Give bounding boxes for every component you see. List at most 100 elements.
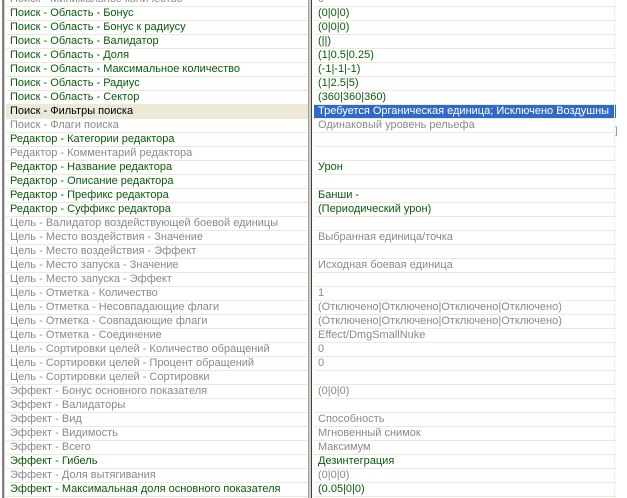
property-row[interactable]: Цель - Валидатор воздействующей боевой е… (0, 217, 627, 231)
property-name[interactable]: Поиск - Минимальное количество (6, 0, 310, 7)
property-value[interactable]: (360|360|360) (314, 91, 616, 105)
property-row[interactable]: Эффект - Всего Максимум (0, 441, 627, 455)
property-name[interactable]: Поиск - Фильтры поиска (6, 105, 310, 119)
property-row[interactable]: Редактор - Название редактора Урон (0, 161, 627, 175)
property-value[interactable]: (-1|-1|-1) (314, 63, 616, 77)
property-name[interactable]: Редактор - Суффикс редактора (6, 203, 310, 217)
property-row[interactable]: Цель - Отметка - Совпадающие флаги (Отклю… (0, 315, 627, 329)
property-row[interactable]: Редактор - Категории редактора (0, 133, 627, 147)
property-name[interactable]: Эффект - Вид (6, 413, 310, 427)
property-name[interactable]: Поиск - Область - Радиус (6, 77, 310, 91)
property-row[interactable]: Поиск - Область - Максимальное количеств… (0, 63, 627, 77)
property-name[interactable]: Поиск - Область - Максимальное количеств… (6, 63, 310, 77)
property-value[interactable]: (Отключено|Отключено|Отключено|Отключено… (314, 301, 616, 315)
property-row[interactable]: Эффект - Бонус основного показателя (0|0|… (0, 385, 627, 399)
property-name[interactable]: Редактор - Комментарий редактора (6, 147, 310, 161)
property-value[interactable]: Мгновенный снимок (314, 427, 616, 441)
property-name[interactable]: Эффект - Валидаторы (6, 399, 310, 413)
property-name[interactable]: Эффект - Всего (6, 441, 310, 455)
property-name[interactable]: Редактор - Категории редактора (6, 133, 310, 147)
property-name[interactable]: Эффект - Видимость (6, 427, 310, 441)
property-value[interactable]: Выбранная единица/точка (314, 231, 616, 245)
property-row[interactable]: Цель - Сортировки целей - Сортировки (0, 371, 627, 385)
property-value[interactable]: (0|0|0) (314, 7, 616, 21)
property-row[interactable]: Поиск - Область - Радиус (1|2.5|5) (0, 77, 627, 91)
property-value[interactable]: (0.05|0|0) (314, 483, 616, 497)
property-value[interactable]: 1 (314, 287, 616, 301)
property-value[interactable]: (1|2.5|5) (314, 77, 616, 91)
property-value[interactable]: Банши - (314, 189, 616, 203)
property-name[interactable]: Цель - Валидатор воздействующей боевой е… (6, 217, 310, 231)
property-value[interactable]: Исходная боевая единица (314, 259, 616, 273)
property-value[interactable]: (0|0|0) (314, 385, 616, 399)
property-name[interactable]: Редактор - Название редактора (6, 161, 310, 175)
property-row[interactable]: Поиск - Область - Доля (1|0.5|0.25) (0, 49, 627, 63)
property-value[interactable]: 0 (314, 343, 616, 357)
property-name[interactable]: Цель - Отметка - Соединение (6, 329, 310, 343)
property-name[interactable]: Редактор - Описание редактора (6, 175, 310, 189)
property-name[interactable]: Поиск - Область - Доля (6, 49, 310, 63)
property-row[interactable]: Редактор - Префикс редактора Банши - (0, 189, 627, 203)
property-name[interactable]: Эффект - Бонус основного показателя (6, 385, 310, 399)
property-value[interactable]: 0 (314, 357, 616, 371)
property-row[interactable]: Эффект - Доля вытягивания (0|0|0) (0, 469, 627, 483)
property-name[interactable]: Цель - Отметка - Несовпадающие флаги (6, 301, 310, 315)
property-name[interactable]: Эффект - Максимальная доля основного пок… (6, 483, 310, 497)
property-row[interactable]: Эффект - Вид Способность (0, 413, 627, 427)
property-name[interactable]: Эффект - Гибель (6, 455, 310, 469)
property-row[interactable]: Эффект - Валидаторы (0, 399, 627, 413)
property-value[interactable] (314, 175, 616, 189)
property-value[interactable]: Effect/DmgSmallNuke (314, 329, 616, 343)
property-row[interactable]: Поиск - Фильтры поиска Требуется Органиче… (0, 105, 627, 119)
column-splitter[interactable] (308, 0, 312, 498)
property-name[interactable]: Редактор - Префикс редактора (6, 189, 310, 203)
property-name[interactable]: Цель - Место воздействия - Значение (6, 231, 310, 245)
property-value[interactable]: (Периодический урон) (314, 203, 616, 217)
property-name[interactable]: Цель - Сортировки целей - Сортировки (6, 371, 310, 385)
property-row[interactable]: Поиск - Область - Бонус к радиусу (0|0|0) (0, 21, 627, 35)
property-value[interactable]: (1|0.5|0.25) (314, 49, 616, 63)
property-value[interactable] (314, 133, 616, 147)
property-row[interactable]: Поиск - Минимальное количество 0 (0, 0, 627, 7)
property-name[interactable]: Поиск - Флаги поиска (6, 119, 310, 133)
property-name[interactable]: Цель - Сортировки целей - Количество обр… (6, 343, 310, 357)
property-name[interactable]: Эффект - Доля вытягивания (6, 469, 310, 483)
property-name[interactable]: Цель - Сортировки целей - Процент обраще… (6, 357, 310, 371)
property-name[interactable]: Цель - Место запуска - Эффект (6, 273, 310, 287)
property-row[interactable]: Эффект - Максимальная доля основного пок… (0, 483, 627, 497)
property-value[interactable]: (Отключено|Отключено|Отключено|Отключено… (314, 315, 616, 329)
property-name[interactable]: Поиск - Область - Сектор (6, 91, 310, 105)
property-value[interactable] (314, 217, 616, 231)
property-row[interactable]: Цель - Отметка - Количество 1 (0, 287, 627, 301)
property-value[interactable]: Дезинтеграция (314, 455, 616, 469)
property-value[interactable]: Требуется Органическая единица; Исключен… (314, 105, 616, 119)
property-row[interactable]: Поиск - Флаги поиска Одинаковый уровень р… (0, 119, 627, 133)
property-name[interactable]: Цель - Место воздействия - Эффект (6, 245, 310, 259)
property-row[interactable]: Цель - Сортировки целей - Процент обраще… (0, 357, 627, 371)
property-row[interactable]: Поиск - Область - Бонус (0|0|0) (0, 7, 627, 21)
property-value[interactable]: Способность (314, 413, 616, 427)
property-value[interactable]: Урон (314, 161, 616, 175)
property-value[interactable] (314, 273, 616, 287)
property-value[interactable] (314, 371, 616, 385)
property-value[interactable]: (||) (314, 35, 616, 49)
property-name[interactable]: Цель - Отметка - Количество (6, 287, 310, 301)
property-row[interactable]: Редактор - Описание редактора (0, 175, 627, 189)
property-row[interactable]: Цель - Место воздействия - Значение Выбра… (0, 231, 627, 245)
property-value[interactable] (314, 399, 616, 413)
property-name[interactable]: Поиск - Область - Валидатор (6, 35, 310, 49)
property-row[interactable]: Цель - Место запуска - Эффект (0, 273, 627, 287)
property-row[interactable]: Цель - Место запуска - Значение Исходная … (0, 259, 627, 273)
property-row[interactable]: Цель - Сортировки целей - Количество обр… (0, 343, 627, 357)
property-name[interactable]: Поиск - Область - Бонус к радиусу (6, 21, 310, 35)
property-row[interactable]: Цель - Место воздействия - Эффект (0, 245, 627, 259)
property-name[interactable]: Цель - Место запуска - Значение (6, 259, 310, 273)
property-value[interactable]: Одинаковый уровень рельефа (314, 119, 616, 133)
property-name[interactable]: Цель - Отметка - Совпадающие флаги (6, 315, 310, 329)
property-value[interactable]: Максимум (314, 441, 616, 455)
property-row[interactable]: Редактор - Комментарий редактора (0, 147, 627, 161)
property-value[interactable] (314, 245, 616, 259)
property-value[interactable]: (0|0|0) (314, 21, 616, 35)
property-row[interactable]: Цель - Отметка - Соединение Effect/DmgSma… (0, 329, 627, 343)
property-row[interactable]: Эффект - Гибель Дезинтеграция (0, 455, 627, 469)
